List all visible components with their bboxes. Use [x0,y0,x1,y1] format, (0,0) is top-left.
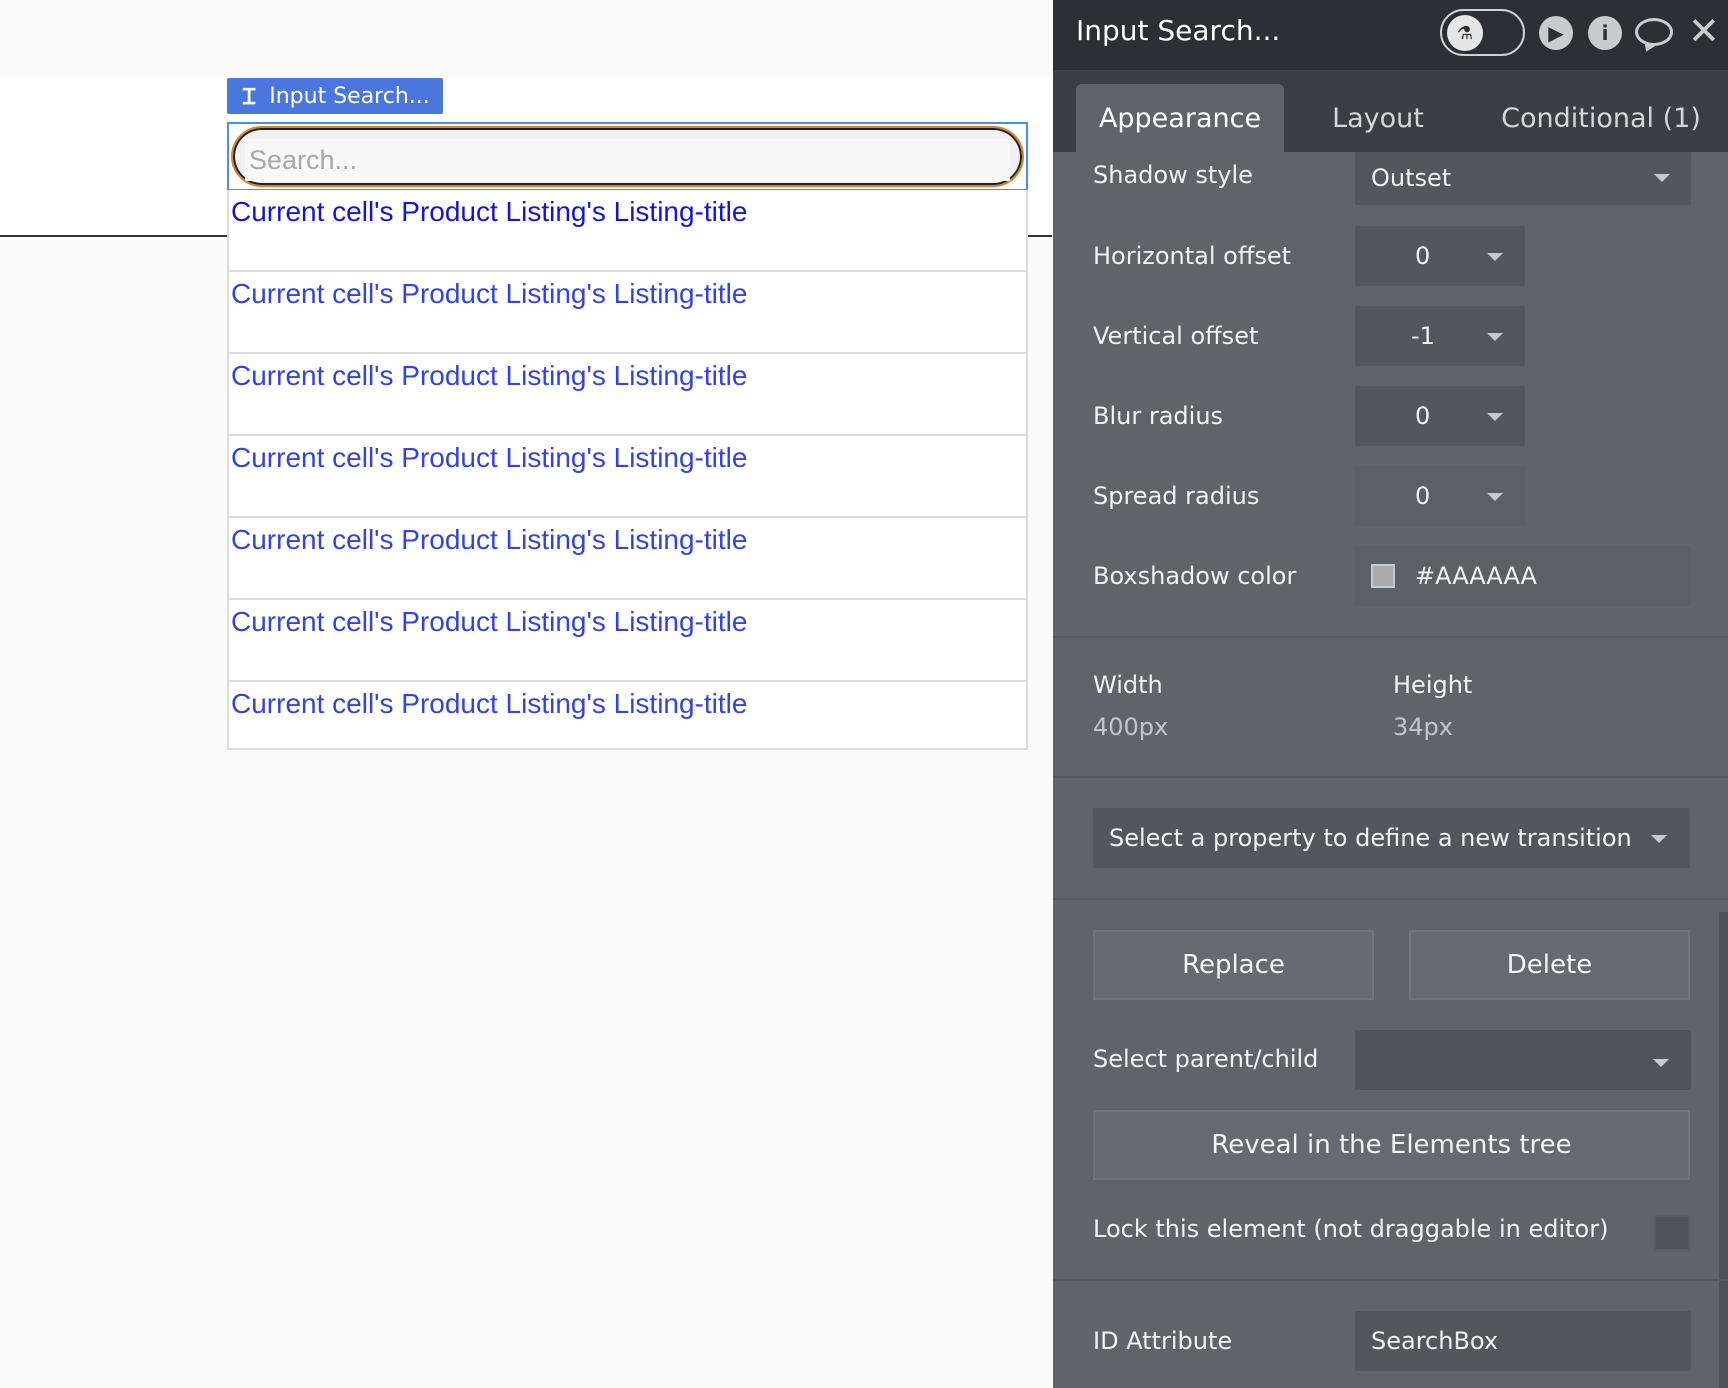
boxshadow-color-value: #AAAAAA [1415,562,1537,590]
listing-title-link[interactable]: Current cell's Product Listing's Listing… [231,278,747,310]
spread-radius-label: Spread radius [1093,482,1260,510]
chevron-down-icon[interactable] [1487,413,1503,421]
tab-appearance[interactable]: Appearance [1076,84,1284,152]
search-input-container[interactable] [227,122,1028,191]
list-item[interactable]: Current cell's Product Listing's Listing… [229,436,1026,518]
width-value: 400px [1093,713,1169,741]
editor-canvas: Ɪ Input Search... Current cell's Product… [0,0,1052,1388]
listing-title-link[interactable]: Current cell's Product Listing's Listing… [231,524,747,556]
vertical-offset-value: -1 [1411,322,1435,350]
chat-icon[interactable] [1635,18,1673,46]
parent-child-dropdown[interactable] [1355,1030,1691,1090]
boxshadow-color-field[interactable]: #AAAAAA [1355,546,1691,606]
tab-conditional[interactable]: Conditional (1) [1486,84,1716,152]
tab-bar: Appearance Layout Conditional (1) [1053,70,1728,152]
height-label: Height [1393,671,1473,699]
chevron-down-icon[interactable] [1487,253,1503,261]
transition-property-dropdown[interactable]: Select a property to define a new transi… [1093,808,1690,868]
chevron-down-icon[interactable] [1487,493,1503,501]
id-attribute-value: SearchBox [1371,1327,1499,1355]
tab-layout[interactable]: Layout [1308,84,1448,152]
vertical-offset-label: Vertical offset [1093,322,1259,350]
chevron-down-icon [1651,835,1667,843]
shadow-style-label: Shadow style [1093,161,1253,189]
blur-radius-value: 0 [1415,402,1431,430]
flask-icon: ⚗ [1447,15,1483,51]
list-item[interactable]: Current cell's Product Listing's Listing… [229,682,1026,746]
blur-radius-label: Blur radius [1093,402,1224,430]
listing-title-link[interactable]: Current cell's Product Listing's Listing… [231,606,747,638]
section-divider [1053,898,1728,900]
chevron-down-icon[interactable] [1487,333,1503,341]
play-icon[interactable]: ▶ [1539,16,1573,50]
parent-child-label: Select parent/child [1093,1045,1319,1073]
boxshadow-color-label: Boxshadow color [1093,562,1297,590]
list-item[interactable]: Current cell's Product Listing's Listing… [229,190,1026,272]
listing-title-link[interactable]: Current cell's Product Listing's Listing… [231,688,747,720]
search-input-outline [231,126,1024,187]
search-input[interactable] [245,139,1010,181]
lock-element-checkbox[interactable] [1654,1215,1690,1251]
delete-button[interactable]: Delete [1409,930,1690,1000]
selected-element-tag[interactable]: Ɪ Input Search... [227,78,443,114]
list-item[interactable]: Current cell's Product Listing's Listing… [229,272,1026,354]
spread-radius-value: 0 [1415,482,1431,510]
listing-title-link[interactable]: Current cell's Product Listing's Listing… [231,442,747,474]
horizontal-offset-field[interactable]: 0 [1355,226,1525,286]
panel-header: Input Search... ⚗ ▶ i ✕ [1053,0,1728,70]
panel-title[interactable]: Input Search... [1076,14,1280,47]
section-divider [1053,1279,1728,1281]
vertical-offset-field[interactable]: -1 [1355,306,1525,366]
text-cursor-icon: Ɪ [243,85,256,110]
repeating-group[interactable]: Current cell's Product Listing's Listing… [227,190,1028,750]
listing-title-link[interactable]: Current cell's Product Listing's Listing… [231,360,747,392]
list-item[interactable]: Current cell's Product Listing's Listing… [229,518,1026,600]
horizontal-offset-value: 0 [1415,242,1431,270]
color-swatch[interactable] [1371,564,1395,588]
chevron-down-icon [1653,1059,1669,1067]
section-divider [1053,636,1728,638]
lock-element-label: Lock this element (not draggable in edit… [1093,1215,1609,1243]
list-item[interactable]: Current cell's Product Listing's Listing… [229,354,1026,436]
close-icon[interactable]: ✕ [1688,12,1720,50]
scrollbar[interactable] [1719,912,1728,1388]
test-mode-toggle[interactable]: ⚗ [1440,9,1525,56]
spread-radius-field[interactable]: 0 [1355,466,1525,526]
id-attribute-input[interactable]: SearchBox [1355,1311,1691,1371]
blur-radius-field[interactable]: 0 [1355,386,1525,446]
listing-title-link[interactable]: Current cell's Product Listing's Listing… [231,196,747,228]
chevron-down-icon [1654,174,1670,182]
horizontal-offset-label: Horizontal offset [1093,242,1292,270]
width-label: Width [1093,671,1163,699]
height-value: 34px [1393,713,1453,741]
info-icon[interactable]: i [1588,16,1622,50]
property-editor-panel: Input Search... ⚗ ▶ i ✕ Appearance Layou… [1053,0,1728,1388]
replace-button[interactable]: Replace [1093,930,1374,1000]
element-tag-label: Input Search... [269,83,430,109]
section-divider [1053,776,1728,778]
shadow-style-dropdown[interactable]: Outset [1355,152,1691,205]
id-attribute-label: ID Attribute [1093,1327,1233,1355]
reveal-in-elements-tree-button[interactable]: Reveal in the Elements tree [1093,1110,1690,1180]
transition-placeholder: Select a property to define a new transi… [1109,824,1632,852]
shadow-style-value: Outset [1371,164,1452,192]
list-item[interactable]: Current cell's Product Listing's Listing… [229,600,1026,682]
